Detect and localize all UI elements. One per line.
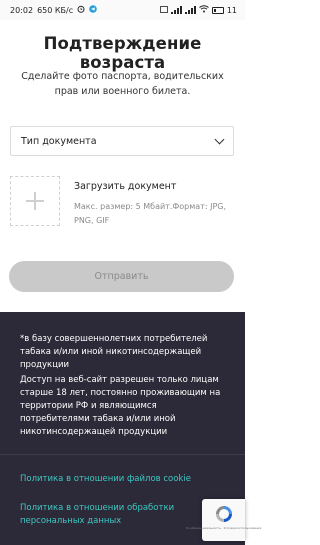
battery-icon <box>211 6 224 14</box>
signal-2-icon <box>184 6 196 14</box>
status-bar: 20:02 650 КБ/с 11 <box>0 0 245 20</box>
upload-document-label[interactable]: Загрузить документ <box>74 181 176 192</box>
status-left: 20:02 650 КБ/с <box>10 5 97 15</box>
chevron-down-icon <box>214 134 225 144</box>
submit-button[interactable]: Отправить <box>9 261 234 292</box>
submit-button-label: Отправить <box>94 271 149 282</box>
footer-note-database: *в базу совершеннолетних потребителей та… <box>20 334 208 370</box>
upload-hint: Макс. размер: 5 Мбайт.Формат: JPG, PNG, … <box>74 202 227 225</box>
wifi-icon <box>199 5 209 15</box>
status-right: 11 <box>159 5 237 15</box>
status-time: 20:02 <box>10 5 34 15</box>
alarm-icon <box>77 5 85 15</box>
recaptcha-badge[interactable]: Конфиденциальность - Условия использован… <box>186 499 261 541</box>
footer-divider <box>0 454 245 455</box>
plus-icon <box>26 192 44 210</box>
status-speed: 650 КБ/с <box>37 5 74 15</box>
privacy-policy-link[interactable]: Политика в отношении обработки персональ… <box>20 502 198 528</box>
page-title: Подтверждение возраста <box>43 34 202 72</box>
footer-note-access: Доступ на веб-сайт разрешен только лицам… <box>20 375 221 437</box>
document-type-select[interactable]: Тип документа <box>10 126 234 156</box>
sim-icon <box>159 5 168 15</box>
recaptcha-icon <box>214 504 234 524</box>
battery-level: 11 <box>226 5 237 15</box>
cookie-policy-link[interactable]: Политика в отношении файлов cookie <box>20 474 191 484</box>
signal-icon <box>170 6 182 14</box>
telegram-icon <box>89 5 97 15</box>
page-subtitle: Сделайте фото паспорта, водительских пра… <box>21 71 224 97</box>
document-type-label: Тип документа <box>21 135 97 147</box>
recaptcha-text: Конфиденциальность - Условия использован… <box>185 526 262 530</box>
upload-document-button[interactable] <box>10 176 60 226</box>
